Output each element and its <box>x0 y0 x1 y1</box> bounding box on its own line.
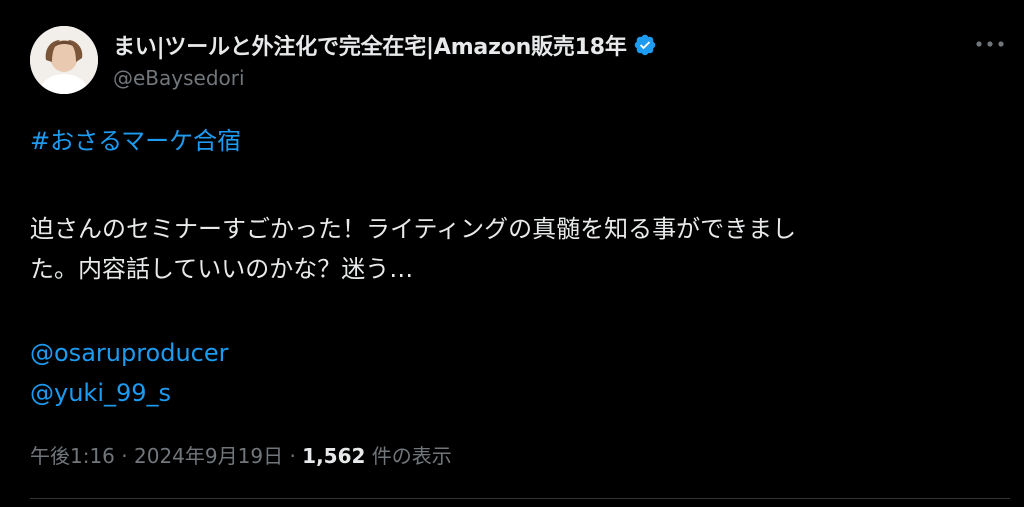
tweet-body: #おさるマーケ合宿 迫さんのセミナーすごかった！ライティングの真髄を知る事ができ… <box>30 121 990 413</box>
views-label: 件の表示 <box>371 444 452 468</box>
views-count: 1,562 <box>302 444 366 468</box>
mention-link[interactable]: @osaruproducer <box>30 333 990 373</box>
more-options-icon[interactable] <box>972 32 1008 56</box>
avatar[interactable] <box>30 26 98 94</box>
meta-separator: · <box>121 444 128 468</box>
handle[interactable]: @eBaysedori <box>113 66 657 90</box>
display-name[interactable]: まい|ツールと外注化で完全在宅|Amazon販売18年 <box>113 29 627 61</box>
tweet-meta: 午後1:16 · 2024年9月19日 · 1,562 件の表示 <box>30 440 452 469</box>
tweet-text-line: た。内容話していいのかな？迷う… <box>30 255 414 283</box>
verified-badge-icon[interactable] <box>633 33 657 57</box>
tweet-time[interactable]: 午後1:16 <box>30 444 115 468</box>
tweet-date[interactable]: 2024年9月19日 <box>134 444 283 468</box>
avatar-photo <box>30 26 98 94</box>
tweet-header: まい|ツールと外注化で完全在宅|Amazon販売18年 @eBaysedori <box>30 26 1010 96</box>
divider <box>30 498 1010 499</box>
tweet-text-line: 迫さんのセミナーすごかった！ライティングの真髄を知る事ができまし <box>30 215 797 243</box>
meta-separator: · <box>289 444 296 468</box>
hashtag-link[interactable]: #おさるマーケ合宿 <box>30 121 990 161</box>
mention-link[interactable]: @yuki_99_s <box>30 373 990 413</box>
